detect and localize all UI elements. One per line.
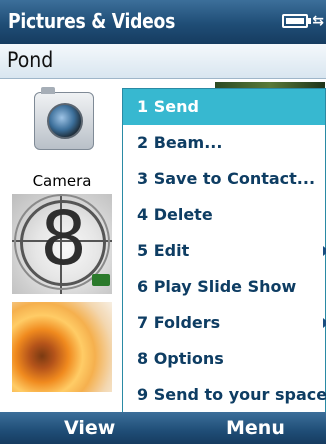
video-thumbnail[interactable]: 8 bbox=[12, 194, 112, 294]
menu-item-3[interactable]: 3 Save to Contact... bbox=[123, 161, 325, 197]
menu-item-label: 3 Save to Contact... bbox=[137, 169, 316, 188]
menu-item-label: 5 Edit bbox=[137, 241, 190, 260]
folder-name: Pond bbox=[7, 48, 54, 72]
menu-softkey[interactable]: Menu bbox=[226, 417, 285, 439]
menu-item-4[interactable]: 4 Delete bbox=[123, 197, 325, 233]
folder-bar[interactable]: Pond bbox=[0, 44, 326, 79]
menu-item-1[interactable]: 1 Send bbox=[123, 89, 325, 125]
camera-icon bbox=[34, 87, 94, 150]
menu-item-6[interactable]: 6 Play Slide Show bbox=[123, 269, 325, 305]
video-icon bbox=[92, 274, 110, 286]
menu-item-7[interactable]: 7 Folders bbox=[123, 305, 326, 341]
menu-item-label: 6 Play Slide Show bbox=[137, 277, 297, 296]
context-menu: 1 Send 2 Beam... 3 Save to Contact... 4 Del… bbox=[122, 88, 326, 414]
menu-item-label: 4 Delete bbox=[137, 205, 213, 224]
countdown-number: 8 bbox=[40, 196, 88, 282]
menu-item-2[interactable]: 2 Beam... bbox=[123, 125, 325, 161]
camera-thumbnail[interactable]: Camera bbox=[12, 82, 112, 192]
menu-item-label: 8 Options bbox=[137, 349, 224, 368]
view-softkey[interactable]: View bbox=[64, 417, 115, 439]
menu-item-9[interactable]: 9 Send to your space bbox=[123, 377, 326, 413]
menu-item-8[interactable]: 8 Options bbox=[123, 341, 325, 377]
arrow-icon: ⇆ bbox=[312, 13, 324, 29]
menu-item-label: 9 Send to your space bbox=[137, 385, 326, 404]
menu-item-label: 7 Folders bbox=[137, 313, 221, 332]
battery-icon bbox=[282, 14, 311, 28]
app-title: Pictures & Videos bbox=[8, 9, 176, 33]
camera-label: Camera bbox=[32, 172, 92, 190]
title-bar: Pictures & Videos ⇆ bbox=[0, 0, 326, 44]
menu-item-5[interactable]: 5 Edit bbox=[123, 233, 326, 269]
flower-thumbnail[interactable] bbox=[12, 302, 112, 392]
menu-item-label: 1 Send bbox=[137, 97, 199, 116]
softkey-bar: View Menu bbox=[0, 412, 326, 444]
menu-item-label: 2 Beam... bbox=[137, 133, 223, 152]
